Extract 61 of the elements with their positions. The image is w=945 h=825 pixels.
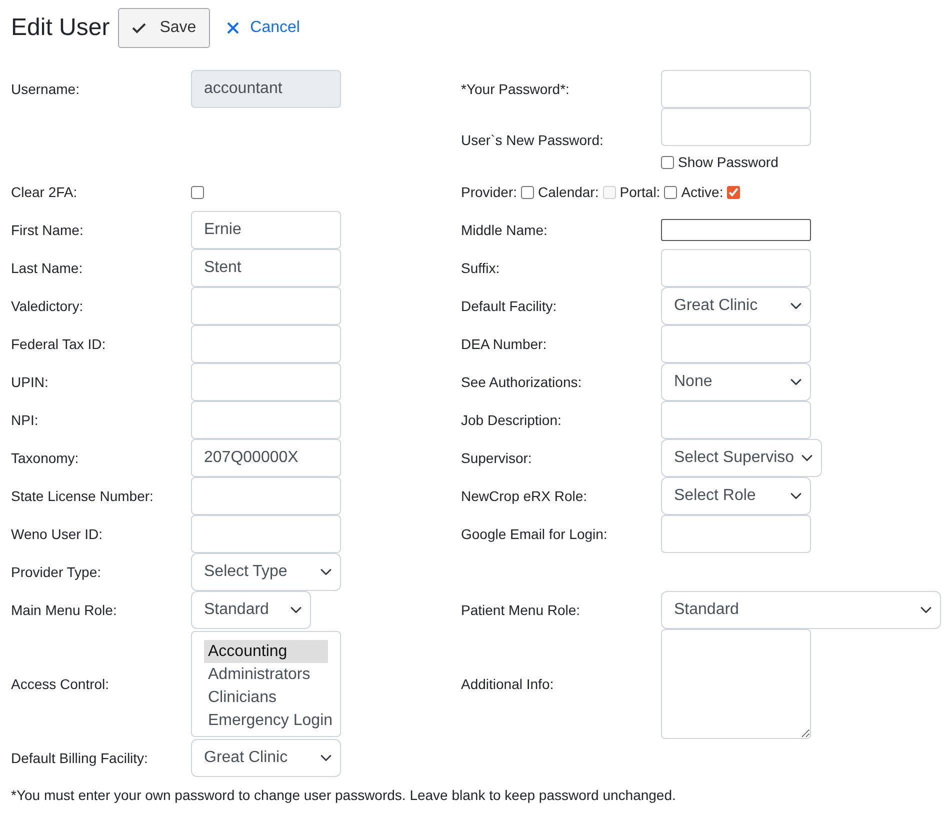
checkbox-label: Portal: bbox=[620, 182, 660, 202]
checkbox[interactable] bbox=[191, 186, 204, 198]
field-label: Default Facility: bbox=[461, 296, 557, 316]
save-button[interactable]: Save bbox=[118, 8, 210, 48]
field-label: Last Name: bbox=[11, 258, 83, 278]
checkbox-label: Show Password bbox=[678, 153, 778, 172]
field-label: User`s New Password: bbox=[461, 131, 604, 150]
field-label: Access Control: bbox=[11, 674, 110, 694]
field-label: Main Menu Role: bbox=[11, 600, 117, 620]
field-label: Additional Info: bbox=[461, 674, 554, 694]
field-label: Patient Menu Role: bbox=[461, 600, 580, 620]
field-label: Provider Type: bbox=[11, 562, 102, 582]
field-label: See Authorizations: bbox=[461, 372, 582, 392]
checkbox[interactable] bbox=[661, 156, 674, 169]
input-field[interactable] bbox=[661, 219, 811, 241]
checkbox[interactable] bbox=[521, 186, 534, 198]
field-label: State License Number: bbox=[11, 486, 154, 506]
field-label: UPIN: bbox=[11, 372, 48, 392]
check-icon bbox=[132, 21, 146, 35]
page-title: Edit User bbox=[11, 14, 110, 42]
field-label: Federal Tax ID: bbox=[11, 334, 106, 354]
cancel-link[interactable]: Cancel bbox=[226, 16, 300, 40]
select-dropdown[interactable]: None bbox=[661, 363, 811, 401]
footnote-text: *You must enter your own password to change user passwords. Leave blank to keep password unchanged. bbox=[11, 786, 677, 805]
field-label: Clear 2FA: bbox=[11, 182, 78, 202]
checkbox[interactable] bbox=[727, 186, 740, 198]
list-option[interactable]: Clinicians bbox=[204, 686, 328, 709]
field-label: Suffix: bbox=[461, 258, 500, 278]
select-dropdown[interactable]: Select Type bbox=[191, 553, 341, 591]
field-label: Username: bbox=[11, 80, 80, 98]
field-label: Middle Name: bbox=[461, 220, 548, 240]
field-label: *Your Password*: bbox=[461, 80, 570, 98]
checkbox-label: Active: bbox=[681, 182, 724, 202]
select-dropdown[interactable]: Select Superviso bbox=[661, 439, 822, 477]
select-dropdown[interactable]: Great Clinic bbox=[191, 739, 341, 777]
field-label: First Name: bbox=[11, 220, 84, 240]
list-option[interactable]: Administrators bbox=[204, 663, 328, 686]
list-option[interactable]: Accounting bbox=[204, 640, 328, 663]
field-label: NPI: bbox=[11, 410, 38, 430]
field-label: Google Email for Login: bbox=[461, 524, 608, 544]
text-area[interactable] bbox=[661, 629, 811, 739]
field-label: Default Billing Facility: bbox=[11, 748, 148, 768]
field-label: Weno User ID: bbox=[11, 524, 103, 544]
field-label: Supervisor: bbox=[461, 448, 532, 468]
field-label: Taxonomy: bbox=[11, 448, 79, 468]
checkbox-label: Calendar: bbox=[538, 182, 599, 202]
close-icon bbox=[226, 21, 240, 35]
checkbox-label: Provider: bbox=[461, 182, 518, 202]
input-field[interactable]: 207Q00000X bbox=[191, 439, 341, 477]
select-dropdown[interactable]: Standard bbox=[191, 591, 311, 629]
select-dropdown[interactable]: Select Role bbox=[661, 477, 811, 515]
select-dropdown[interactable]: Great Clinic bbox=[661, 287, 811, 325]
field-label: Job Description: bbox=[461, 410, 562, 430]
field-label: DEA Number: bbox=[461, 334, 547, 354]
input-field[interactable]: Stent bbox=[191, 249, 341, 287]
checkbox[interactable] bbox=[664, 186, 678, 198]
select-dropdown[interactable]: Standard bbox=[661, 591, 941, 629]
input-field[interactable]: Ernie bbox=[191, 211, 341, 249]
field-label: NewCrop eRX Role: bbox=[461, 486, 588, 506]
listbox[interactable]: Accounting Administrators Clinicians Emergency Login bbox=[191, 631, 341, 737]
field-label: Valedictory: bbox=[11, 296, 84, 316]
